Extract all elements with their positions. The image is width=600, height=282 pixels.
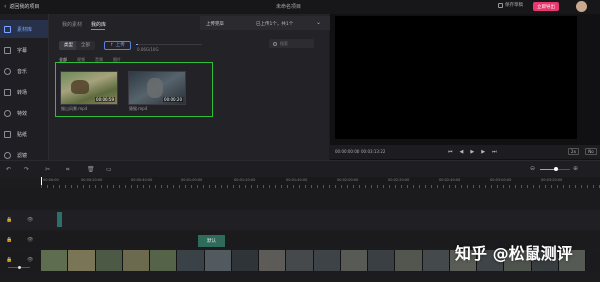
sidebar: 素材库 字幕 音乐 转场 特效 贴纸 滤镜: [0, 14, 49, 160]
music-icon: [4, 67, 11, 75]
export-button[interactable]: 立即导出: [533, 2, 559, 11]
subtitle-icon[interactable]: ▭: [106, 166, 112, 173]
zoom-in-icon[interactable]: ⊕: [573, 165, 578, 172]
clip-frame: [259, 250, 287, 271]
zoom-button[interactable]: 2x: [568, 148, 579, 155]
search-icon: [273, 41, 277, 46]
eye-icon[interactable]: 👁: [27, 217, 33, 223]
project-title[interactable]: 未命名项目: [276, 3, 301, 10]
media-thumbnail-2[interactable]: 00:00:20: [128, 71, 186, 105]
upload-button[interactable]: ↑ 上传: [104, 41, 131, 50]
current-time: 00:00:00:00: [335, 149, 360, 154]
prev-frame-icon[interactable]: ⏮: [448, 149, 453, 155]
ape-figure: [147, 78, 163, 98]
monkey-figure: [71, 80, 89, 94]
extra-button[interactable]: No: [585, 148, 597, 155]
all-chip[interactable]: 全部: [76, 41, 95, 50]
clip-frame: [368, 250, 396, 271]
clip-frame: [177, 250, 205, 271]
timeline-toolbar: ↶ ↷ ✂ ⌗ 🗑 ▭ ⊖ ⊕: [0, 160, 600, 178]
zoom-out-icon[interactable]: ⊖: [530, 165, 535, 172]
split-icon[interactable]: ✂: [45, 166, 50, 173]
sidebar-item-transition[interactable]: 转场: [0, 83, 48, 101]
clip-frame: [286, 250, 314, 271]
effect-clip[interactable]: [57, 212, 62, 227]
lock-icon[interactable]: 🔒: [6, 257, 12, 263]
clip-frame: [422, 250, 450, 271]
media-name-1: 猴山风景.mp4: [61, 106, 88, 111]
active-tab-indicator: [91, 29, 105, 30]
tab-my-media[interactable]: 我的素材: [62, 21, 82, 28]
sidebar-item-sticker[interactable]: 贴纸: [0, 125, 48, 143]
save-icon: [498, 2, 503, 8]
text-icon: [4, 46, 11, 54]
redo-icon[interactable]: ↷: [24, 166, 29, 173]
sidebar-item-media[interactable]: 素材库: [0, 20, 48, 38]
lock-icon[interactable]: 🔒: [6, 237, 12, 243]
storage-bar: [136, 44, 202, 45]
sidebar-item-subtitle[interactable]: 字幕: [0, 41, 48, 59]
track-effects: 🔒 👁: [0, 210, 600, 230]
folder-icon: [4, 25, 11, 33]
upload-icon: ↑: [110, 43, 114, 48]
search-input[interactable]: 搜索: [269, 39, 314, 48]
back-arrow-icon: ‹: [4, 3, 7, 10]
storage-usage: 0.06G/10G: [137, 47, 159, 52]
clip-frame: [231, 250, 259, 271]
timeline-ruler[interactable]: 00:00:00 00:00:20:00 00:00:40:00 00:01:0…: [41, 177, 600, 188]
transition-icon: [4, 88, 11, 96]
delete-icon[interactable]: 🗑: [87, 166, 95, 173]
top-bar: ‹ 返回我的项目 未命名项目 保存草稿 立即导出: [0, 0, 600, 15]
video-viewer[interactable]: [335, 16, 577, 139]
duration-badge: 00:00:59: [95, 97, 115, 102]
back-to-projects-button[interactable]: ‹ 返回我的项目: [4, 3, 39, 10]
upload-status-dropdown[interactable]: 上传完毕 已上传1个，共1个 ⌄: [200, 16, 330, 30]
chevron-down-icon: ⌄: [316, 19, 322, 26]
next-frame-icon[interactable]: ⏭: [492, 149, 497, 155]
effects-icon: [4, 109, 11, 117]
total-time: 00:03:13:22: [361, 149, 386, 154]
rewind-icon[interactable]: ◀: [460, 149, 464, 155]
playback-buttons: ⏮ ◀ ▶ ▶ ⏭: [448, 149, 497, 155]
clip-frame: [395, 250, 423, 271]
watermark: 知乎 @松鼠测评: [455, 244, 573, 263]
crop-icon[interactable]: ⌗: [66, 166, 69, 174]
play-icon[interactable]: ▶: [470, 149, 474, 155]
volume-slider[interactable]: [8, 266, 30, 269]
clip-frame: [340, 250, 368, 271]
lock-icon[interactable]: 🔒: [6, 217, 12, 223]
eye-icon[interactable]: 👁: [27, 237, 33, 243]
undo-icon[interactable]: ↶: [6, 166, 11, 173]
clip-frame: [150, 250, 178, 271]
clip-frame: [95, 250, 123, 271]
zoom-slider[interactable]: [540, 167, 570, 171]
subtitle-clip[interactable]: 默认: [198, 235, 225, 247]
eye-icon[interactable]: 👁: [27, 257, 33, 263]
track-empty-top: [0, 188, 600, 208]
media-name-2: 猿猴.mp4: [129, 106, 148, 111]
sidebar-item-music[interactable]: 音乐: [0, 62, 48, 80]
avatar[interactable]: [576, 1, 587, 12]
player-controls: 00:00:00:00 / 00:03:13:22 ⏮ ◀ ▶ ▶ ⏭ 2x N…: [330, 145, 600, 159]
clip-frame: [122, 250, 150, 271]
filter-icon: [4, 151, 11, 159]
tab-my-library[interactable]: 我的库: [91, 21, 106, 28]
sticker-icon: [4, 130, 11, 138]
save-draft-button[interactable]: 保存草稿: [498, 2, 523, 8]
clip-frame: [313, 250, 341, 271]
clip-frame: [41, 250, 69, 271]
clip-frame: [204, 250, 232, 271]
forward-icon[interactable]: ▶: [481, 149, 485, 155]
duration-badge: 00:00:20: [163, 97, 183, 102]
clip-frame: [68, 250, 96, 271]
sidebar-item-effects[interactable]: 特效: [0, 104, 48, 122]
media-thumbnail-1[interactable]: 00:00:59: [60, 71, 118, 105]
media-selection-highlight: 00:00:59 猴山风景.mp4 00:00:20 猿猴.mp4: [55, 62, 213, 117]
